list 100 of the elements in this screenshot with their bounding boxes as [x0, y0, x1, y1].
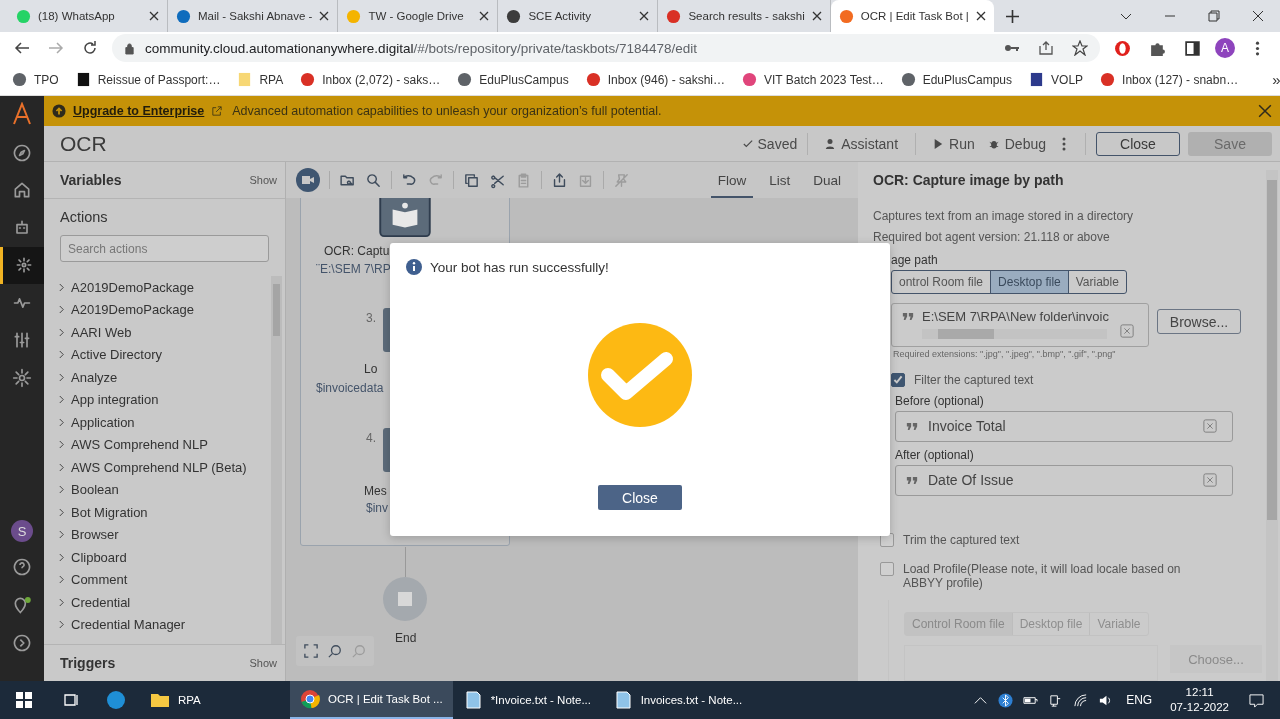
action-item[interactable]: Boolean: [58, 478, 271, 501]
profile-checkbox[interactable]: [880, 562, 894, 576]
wifi-icon[interactable]: [1073, 692, 1089, 708]
back-icon[interactable]: [14, 40, 30, 56]
path-field[interactable]: E:\SEM 7\RPA\New folder\invoic: [891, 302, 1149, 347]
taskbar-app[interactable]: OCR | Edit Task Bot ...: [290, 681, 453, 719]
site-icon: [1029, 72, 1045, 87]
text-field[interactable]: Invoice Total: [895, 410, 1233, 442]
nav-item[interactable]: [0, 246, 44, 284]
export-icon[interactable]: [551, 171, 568, 189]
action-item[interactable]: Bot Migration: [58, 501, 271, 524]
action-item[interactable]: Credential: [58, 591, 271, 614]
notification-icon[interactable]: [1249, 692, 1264, 708]
close-icon[interactable]: [149, 11, 159, 21]
scrollbar[interactable]: [1266, 170, 1278, 681]
help-icon[interactable]: [12, 557, 32, 577]
bookmark[interactable]: RPA: [237, 72, 284, 87]
close-icon[interactable]: [1258, 104, 1272, 118]
bookmark[interactable]: VIT Batch 2023 Test…: [742, 72, 884, 87]
new-tab-icon[interactable]: [1005, 9, 1019, 23]
windows-logo-icon[interactable]: [16, 692, 32, 708]
action-item[interactable]: Application: [58, 411, 271, 434]
run-button[interactable]: Run: [926, 135, 982, 152]
record-button[interactable]: [296, 168, 320, 192]
upgrade-link[interactable]: Upgrade to Enterprise: [73, 104, 205, 118]
bookmark[interactable]: Inbox (2,072) - saks…: [300, 72, 441, 87]
side-panel-icon[interactable]: [1184, 39, 1201, 57]
fit-screen-icon[interactable]: [304, 644, 318, 658]
show-link[interactable]: Show: [249, 657, 277, 669]
action-item[interactable]: Active Directory: [58, 343, 271, 366]
close-icon[interactable]: [811, 11, 822, 21]
action-item[interactable]: AARI Web: [58, 321, 271, 344]
source-option[interactable]: Desktop file: [991, 270, 1069, 293]
book-icon[interactable]: [378, 198, 432, 238]
search-icon[interactable]: [365, 171, 382, 189]
bookmark[interactable]: Inbox (946) - sakshi…: [585, 72, 726, 87]
action-item[interactable]: AWS Comprehend NLP (Beta): [58, 456, 271, 479]
bookmark[interactable]: VOLP: [1029, 72, 1084, 87]
scrollbar[interactable]: [271, 276, 282, 644]
location-pin-icon[interactable]: [12, 595, 32, 615]
end-node[interactable]: [383, 577, 427, 621]
show-link[interactable]: Show: [249, 174, 277, 186]
profile-avatar[interactable]: A: [1215, 38, 1235, 58]
taskbar-app[interactable]: RPA: [140, 681, 290, 719]
view-tab[interactable]: List: [762, 162, 798, 198]
user-avatar[interactable]: S: [11, 520, 33, 542]
bookmark[interactable]: EduPlusCampus: [900, 72, 1013, 87]
close-button[interactable]: Close: [598, 485, 682, 510]
text-field[interactable]: Date Of Issue: [895, 464, 1233, 496]
action-item[interactable]: Clipboard: [58, 546, 271, 569]
more-icon[interactable]: [1061, 135, 1067, 152]
scrollbar[interactable]: [922, 328, 1107, 339]
close-icon[interactable]: [479, 11, 490, 21]
task-view-icon[interactable]: [64, 692, 80, 708]
compass-icon: [12, 142, 32, 163]
copy-icon[interactable]: [463, 171, 480, 189]
source-option[interactable]: Variable: [1068, 270, 1126, 293]
close-icon[interactable]: [975, 11, 986, 21]
action-item[interactable]: Credential Manager: [58, 613, 271, 636]
restore-icon[interactable]: [1208, 10, 1220, 22]
more-bookmarks-button[interactable]: »: [1272, 71, 1280, 88]
action-item[interactable]: Comment: [58, 568, 271, 591]
step-node[interactable]: [383, 308, 390, 352]
action-item[interactable]: Browser: [58, 523, 271, 546]
debug-button[interactable]: Debug: [981, 135, 1053, 152]
taskbar-app[interactable]: Invoices.txt - Note...: [602, 681, 753, 719]
bookmark[interactable]: Inbox (127) - snabn…: [1100, 72, 1239, 87]
extension-icon[interactable]: [1114, 39, 1131, 57]
search-field[interactable]: Search actions: [60, 235, 269, 262]
close-icon[interactable]: [1252, 10, 1264, 22]
clock[interactable]: 12:11 07-12-2022: [1170, 685, 1229, 715]
action-item[interactable]: A2019DemoPackage: [58, 276, 271, 299]
zoom-in-icon[interactable]: [328, 644, 342, 658]
close-button[interactable]: Close: [1096, 131, 1180, 156]
bookmark[interactable]: Reissue of Passport:…: [75, 72, 221, 87]
view-tab[interactable]: Dual: [806, 162, 848, 198]
action-item[interactable]: AWS Comprehend NLP: [58, 433, 271, 456]
step-node[interactable]: [383, 428, 390, 472]
bookmark[interactable]: EduPlusCampus: [457, 72, 569, 87]
reload-icon[interactable]: [82, 40, 98, 56]
bookmark[interactable]: TPO: [12, 72, 59, 87]
browse-button[interactable]: Browse...: [1157, 309, 1241, 335]
assistant-button[interactable]: Assistant: [818, 135, 906, 152]
language-indicator[interactable]: ENG: [1126, 693, 1153, 707]
browser-tab[interactable]: OCR | Edit Task Bot |: [830, 0, 994, 32]
bluetooth-icon[interactable]: [998, 692, 1014, 708]
action-item[interactable]: Analyze: [58, 366, 271, 389]
close-icon[interactable]: [319, 11, 330, 21]
file-field[interactable]: [904, 645, 1158, 681]
close-icon[interactable]: [639, 11, 650, 21]
star-icon[interactable]: [1072, 40, 1088, 56]
expand-icon[interactable]: [12, 633, 32, 653]
view-tab[interactable]: Flow: [710, 162, 754, 198]
share-icon[interactable]: [1038, 40, 1054, 56]
address-field[interactable]: community.cloud.automationanywhere.digital/#/bots/repository/private/taskbots/7184478/edit: [112, 34, 1100, 62]
logo-icon[interactable]: [10, 102, 34, 126]
action-item[interactable]: App integration: [58, 388, 271, 411]
action-item[interactable]: A2019DemoPackage: [58, 298, 271, 321]
taskbar-app[interactable]: *Invoice.txt - Note...: [452, 681, 603, 719]
filter-checkbox[interactable]: [891, 372, 905, 387]
